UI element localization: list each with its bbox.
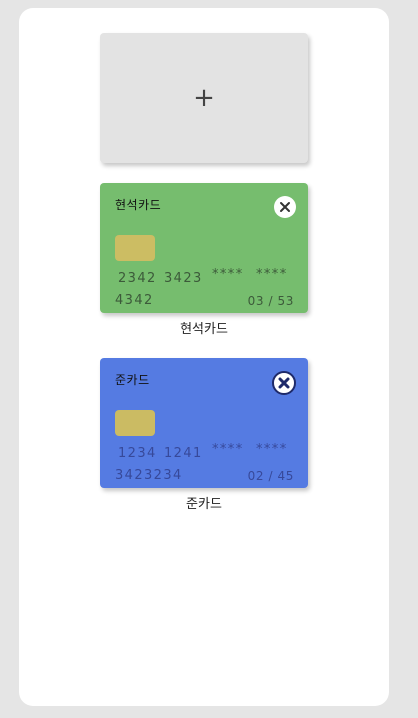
card-number-group-3: ****	[212, 267, 244, 282]
card-expiry: 03 / 53	[247, 294, 294, 308]
card-chip	[115, 235, 155, 261]
card-item[interactable]: 준카드 1234 1241 **** **** 3423234 02 / 45	[100, 358, 308, 488]
card-caption: 현석카드	[180, 322, 228, 337]
card-number-group-1: 2342	[118, 271, 157, 286]
card-number-group-4: ****	[256, 267, 288, 282]
card-chip	[115, 410, 155, 436]
add-card-button[interactable]: +	[100, 33, 308, 163]
card-number-group-1: 1234	[118, 446, 157, 461]
close-icon	[280, 202, 290, 212]
card-caption: 준카드	[186, 497, 222, 512]
card-number-group-2: 3423	[164, 271, 203, 286]
card-expiry: 02 / 45	[247, 469, 294, 483]
card-owner: 4342	[115, 293, 154, 308]
delete-card-button[interactable]	[274, 196, 296, 218]
card-number-group-3: ****	[212, 442, 244, 457]
close-icon	[278, 377, 290, 389]
delete-card-button[interactable]	[272, 371, 296, 395]
card-number-group-2: 1241	[164, 446, 203, 461]
card-owner: 3423234	[115, 468, 183, 483]
card-nickname: 현석카드	[115, 198, 162, 212]
card-nickname: 준카드	[115, 373, 150, 387]
plus-icon: +	[193, 83, 215, 113]
card-number-group-4: ****	[256, 442, 288, 457]
card-item[interactable]: 현석카드 2342 3423 **** **** 4342 03 / 53	[100, 183, 308, 313]
